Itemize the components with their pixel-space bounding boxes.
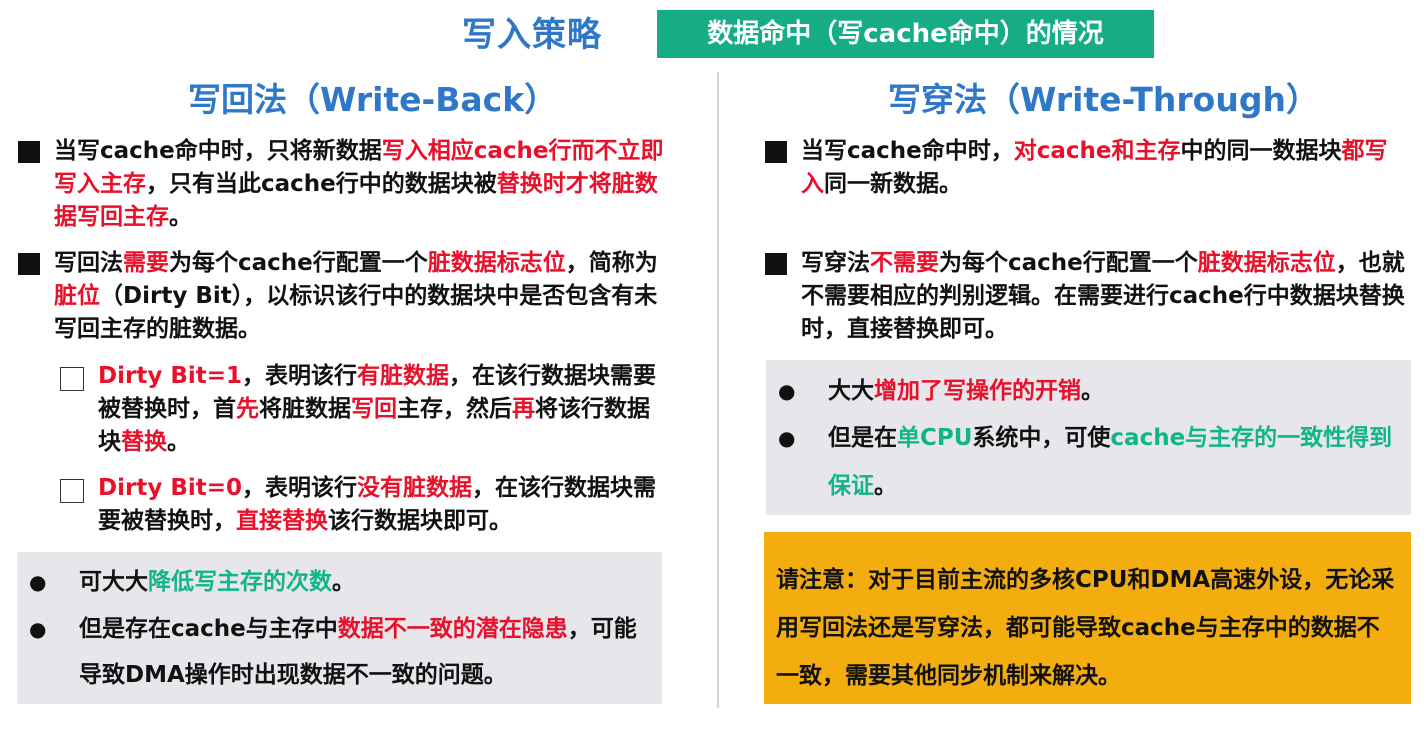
dot-bullet-icon: ● bbox=[778, 426, 796, 450]
write-back-summary-box: ● 可大大降低写主存的次数。 ● 但是存在cache与主存中数据不一致的潜在隐患… bbox=[17, 552, 662, 704]
paragraph-text: 写穿法不需要为每个cache行配置一个脏数据标志位，也就不需要相应的判别逻辑。在… bbox=[801, 250, 1405, 342]
paragraph-text: Dirty Bit=1，表明该行有脏数据，在该行数据块需要被替换时，首先将脏数据… bbox=[98, 363, 656, 455]
dot-bullet-icon: ● bbox=[778, 379, 796, 403]
summary-item: ● 大大增加了写操作的开销。 bbox=[778, 370, 1401, 412]
dirty-bit-1-item: Dirty Bit=1，表明该行有脏数据，在该行数据块需要被替换时，首先将脏数据… bbox=[60, 360, 665, 459]
checkbox-icon bbox=[60, 367, 84, 391]
dirty-bit-0-item: Dirty Bit=0，表明该行没有脏数据，在该行数据块需要被替换时，直接替换该… bbox=[60, 472, 665, 538]
note-callout: 请注意：对于目前主流的多核CPU和DMA高速外设，无论采用写回法还是写穿法，都可… bbox=[764, 532, 1411, 704]
write-back-title: 写回法（Write-Back） bbox=[188, 80, 558, 119]
write-through-title: 写穿法（Write-Through） bbox=[888, 80, 1319, 119]
write-through-point-1: 当写cache命中时，对cache和主存中的同一数据块都写入同一新数据。 bbox=[765, 135, 1410, 201]
square-bullet-icon bbox=[18, 253, 40, 275]
scenario-badge: 数据命中（写cache命中）的情况 bbox=[657, 10, 1154, 58]
square-bullet-icon bbox=[765, 253, 787, 275]
write-through-point-2: 写穿法不需要为每个cache行配置一个脏数据标志位，也就不需要相应的判别逻辑。在… bbox=[765, 247, 1410, 346]
square-bullet-icon bbox=[18, 141, 40, 163]
checkbox-icon bbox=[60, 479, 84, 503]
summary-item: ● 可大大降低写主存的次数。 bbox=[29, 562, 652, 602]
page-title: 写入策略 bbox=[462, 15, 602, 55]
paragraph-text: Dirty Bit=0，表明该行没有脏数据，在该行数据块需要被替换时，直接替换该… bbox=[98, 475, 656, 534]
write-through-summary-box: ● 大大增加了写操作的开销。 ● 但是在单CPU系统中，可使cache与主存的一… bbox=[766, 360, 1411, 515]
write-back-point-1: 当写cache命中时，只将新数据写入相应cache行而不立即写入主存，只有当此c… bbox=[18, 135, 668, 234]
paragraph-text: 当写cache命中时，只将新数据写入相应cache行而不立即写入主存，只有当此c… bbox=[54, 138, 664, 230]
paragraph-text: 写回法需要为每个cache行配置一个脏数据标志位，简称为脏位（Dirty Bit… bbox=[54, 250, 658, 342]
dot-bullet-icon: ● bbox=[29, 617, 47, 641]
summary-item: ● 但是存在cache与主存中数据不一致的潜在隐患，可能导致DMA操作时出现数据… bbox=[29, 606, 652, 698]
column-divider bbox=[717, 72, 719, 708]
write-back-point-2: 写回法需要为每个cache行配置一个脏数据标志位，简称为脏位（Dirty Bit… bbox=[18, 247, 668, 346]
paragraph-text: 当写cache命中时，对cache和主存中的同一数据块都写入同一新数据。 bbox=[801, 138, 1388, 197]
dot-bullet-icon: ● bbox=[29, 570, 47, 594]
summary-item: ● 但是在单CPU系统中，可使cache与主存的一致性得到保证。 bbox=[778, 414, 1401, 510]
square-bullet-icon bbox=[765, 141, 787, 163]
